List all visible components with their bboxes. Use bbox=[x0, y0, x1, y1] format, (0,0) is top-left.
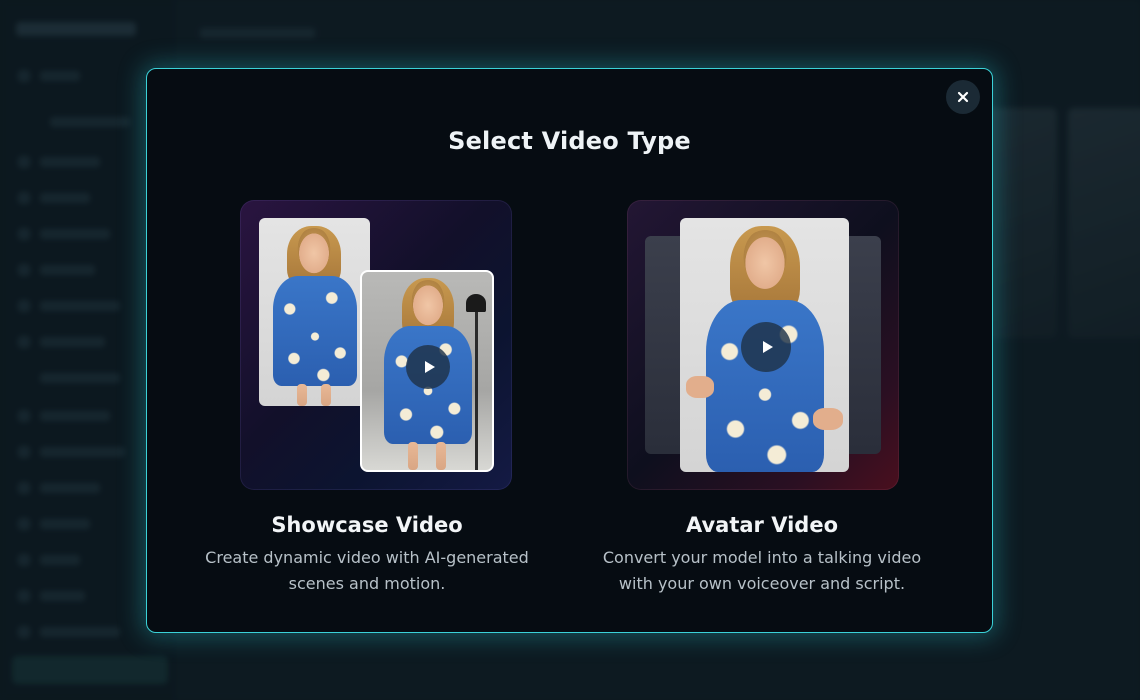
play-icon bbox=[424, 361, 435, 373]
close-icon bbox=[957, 91, 969, 103]
avatar-video-description: Convert your model into a talking video … bbox=[602, 548, 922, 593]
dialog-title: Select Video Type bbox=[448, 127, 691, 155]
avatar-video-thumbnail bbox=[627, 200, 899, 490]
avatar-video-option[interactable]: Avatar Video Convert your model into a t… bbox=[597, 200, 927, 600]
avatar-video-title: Avatar Video bbox=[685, 513, 839, 537]
play-icon bbox=[762, 341, 773, 353]
play-button bbox=[406, 345, 450, 389]
showcase-video-thumbnail bbox=[240, 200, 512, 490]
showcase-video-description: Create dynamic video with AI-generated s… bbox=[205, 548, 529, 593]
select-video-type-dialog: Select Video Type Showcase Video Create … bbox=[146, 68, 993, 633]
showcase-video-title: Showcase Video bbox=[271, 513, 463, 537]
model-photo bbox=[259, 218, 370, 406]
showcase-video-option[interactable]: Showcase Video Create dynamic video with… bbox=[202, 200, 532, 600]
play-button bbox=[741, 322, 791, 372]
close-button[interactable] bbox=[946, 80, 980, 114]
